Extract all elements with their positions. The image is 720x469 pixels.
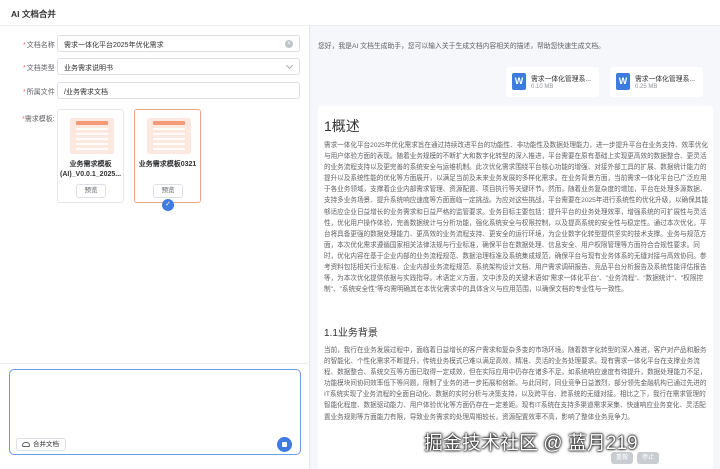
doc-paragraph: 当前，我行在业务发展过程中，面临着日益增长的客户需求和复杂多变的市场环境。随着数…: [324, 347, 707, 421]
doc-type-select[interactable]: 业务需求说明书: [57, 58, 300, 75]
word-icon: W: [512, 73, 526, 90]
preview-button[interactable]: 预览: [153, 184, 183, 198]
folder-select[interactable]: /业务需求文档: [57, 82, 300, 99]
title-bar: AI 文档合并: [0, 0, 720, 26]
merge-document-button[interactable]: 合并文档: [16, 438, 66, 451]
chat-panel: 您好，我是AI 文档生成助手，您可以输入关于生成文档内容相关的描述，帮助您快速生…: [311, 26, 720, 469]
stop-icon: [282, 442, 287, 447]
watermark: 掘金技术社区 @ 蓝月219: [424, 433, 638, 454]
file-size: 0.10 MB: [531, 84, 554, 90]
chevron-down-icon: [285, 61, 294, 70]
doc-name-row: *文档名称 需求一体化平台2025年优化需求 ×: [0, 35, 310, 53]
doc-heading-1: 1概述: [324, 118, 360, 134]
attached-file[interactable]: W 需求一体化管理系... 0.25 MB: [610, 67, 703, 97]
left-panel: *文档名称 需求一体化平台2025年优化需求 × *文档类型 业务需求说明书 *…: [0, 26, 310, 469]
divider: [0, 363, 310, 364]
stop-generation-button[interactable]: [277, 437, 292, 452]
attached-file[interactable]: W 需求一体化管理系... 0.10 MB: [506, 67, 599, 97]
cloud-upload-icon: [22, 442, 30, 447]
stop-button[interactable]: 停止: [637, 452, 659, 464]
doc-type-row: *文档类型 业务需求说明书: [0, 58, 310, 76]
file-name: 需求一体化管理系...: [531, 76, 592, 83]
clear-icon[interactable]: ×: [285, 40, 293, 48]
folder-row: *所属文件 /业务需求文档: [0, 82, 310, 100]
doc-heading-2: 1.1业务背景: [324, 328, 378, 339]
template-thumbnail: [147, 118, 191, 154]
template-label: *需求模板:: [22, 116, 55, 123]
file-size: 0.25 MB: [635, 84, 658, 90]
file-name: 需求一体化管理系...: [635, 76, 696, 83]
template-card[interactable]: 业务需求模板(AI)_V0.0.1_2025... 预览: [57, 109, 124, 203]
preview-button[interactable]: 预览: [76, 184, 106, 198]
template-card-selected[interactable]: 业务需求模板0321 预览: [134, 109, 201, 203]
folder-label: *所属文件: [23, 89, 55, 96]
check-icon: ✓: [162, 199, 174, 211]
template-thumbnail: [70, 118, 114, 154]
assistant-intro: 您好，我是AI 文档生成助手，您可以输入关于生成文档内容相关的描述，帮助您快速生…: [318, 43, 605, 50]
template-name: 业务需求模板0321: [138, 161, 197, 168]
doc-name-label: *文档名称: [23, 42, 55, 49]
doc-type-label: *文档类型: [23, 65, 55, 72]
word-icon: W: [616, 73, 630, 90]
prompt-input[interactable]: 合并文档: [9, 369, 301, 455]
generated-document: 1概述 需求一体化平台2025年优化需求旨在通过持续改进平台的功能性、非功能性及…: [318, 106, 713, 469]
template-name: 业务需求模板(AI)_V0.0.1_2025...: [60, 161, 122, 178]
doc-name-input[interactable]: 需求一体化平台2025年优化需求 ×: [57, 35, 300, 52]
app-title: AI 文档合并: [11, 9, 56, 19]
doc-paragraph: 需求一体化平台2025年优化需求旨在通过持续改进平台的功能性、非功能性及数据处理…: [324, 142, 708, 294]
